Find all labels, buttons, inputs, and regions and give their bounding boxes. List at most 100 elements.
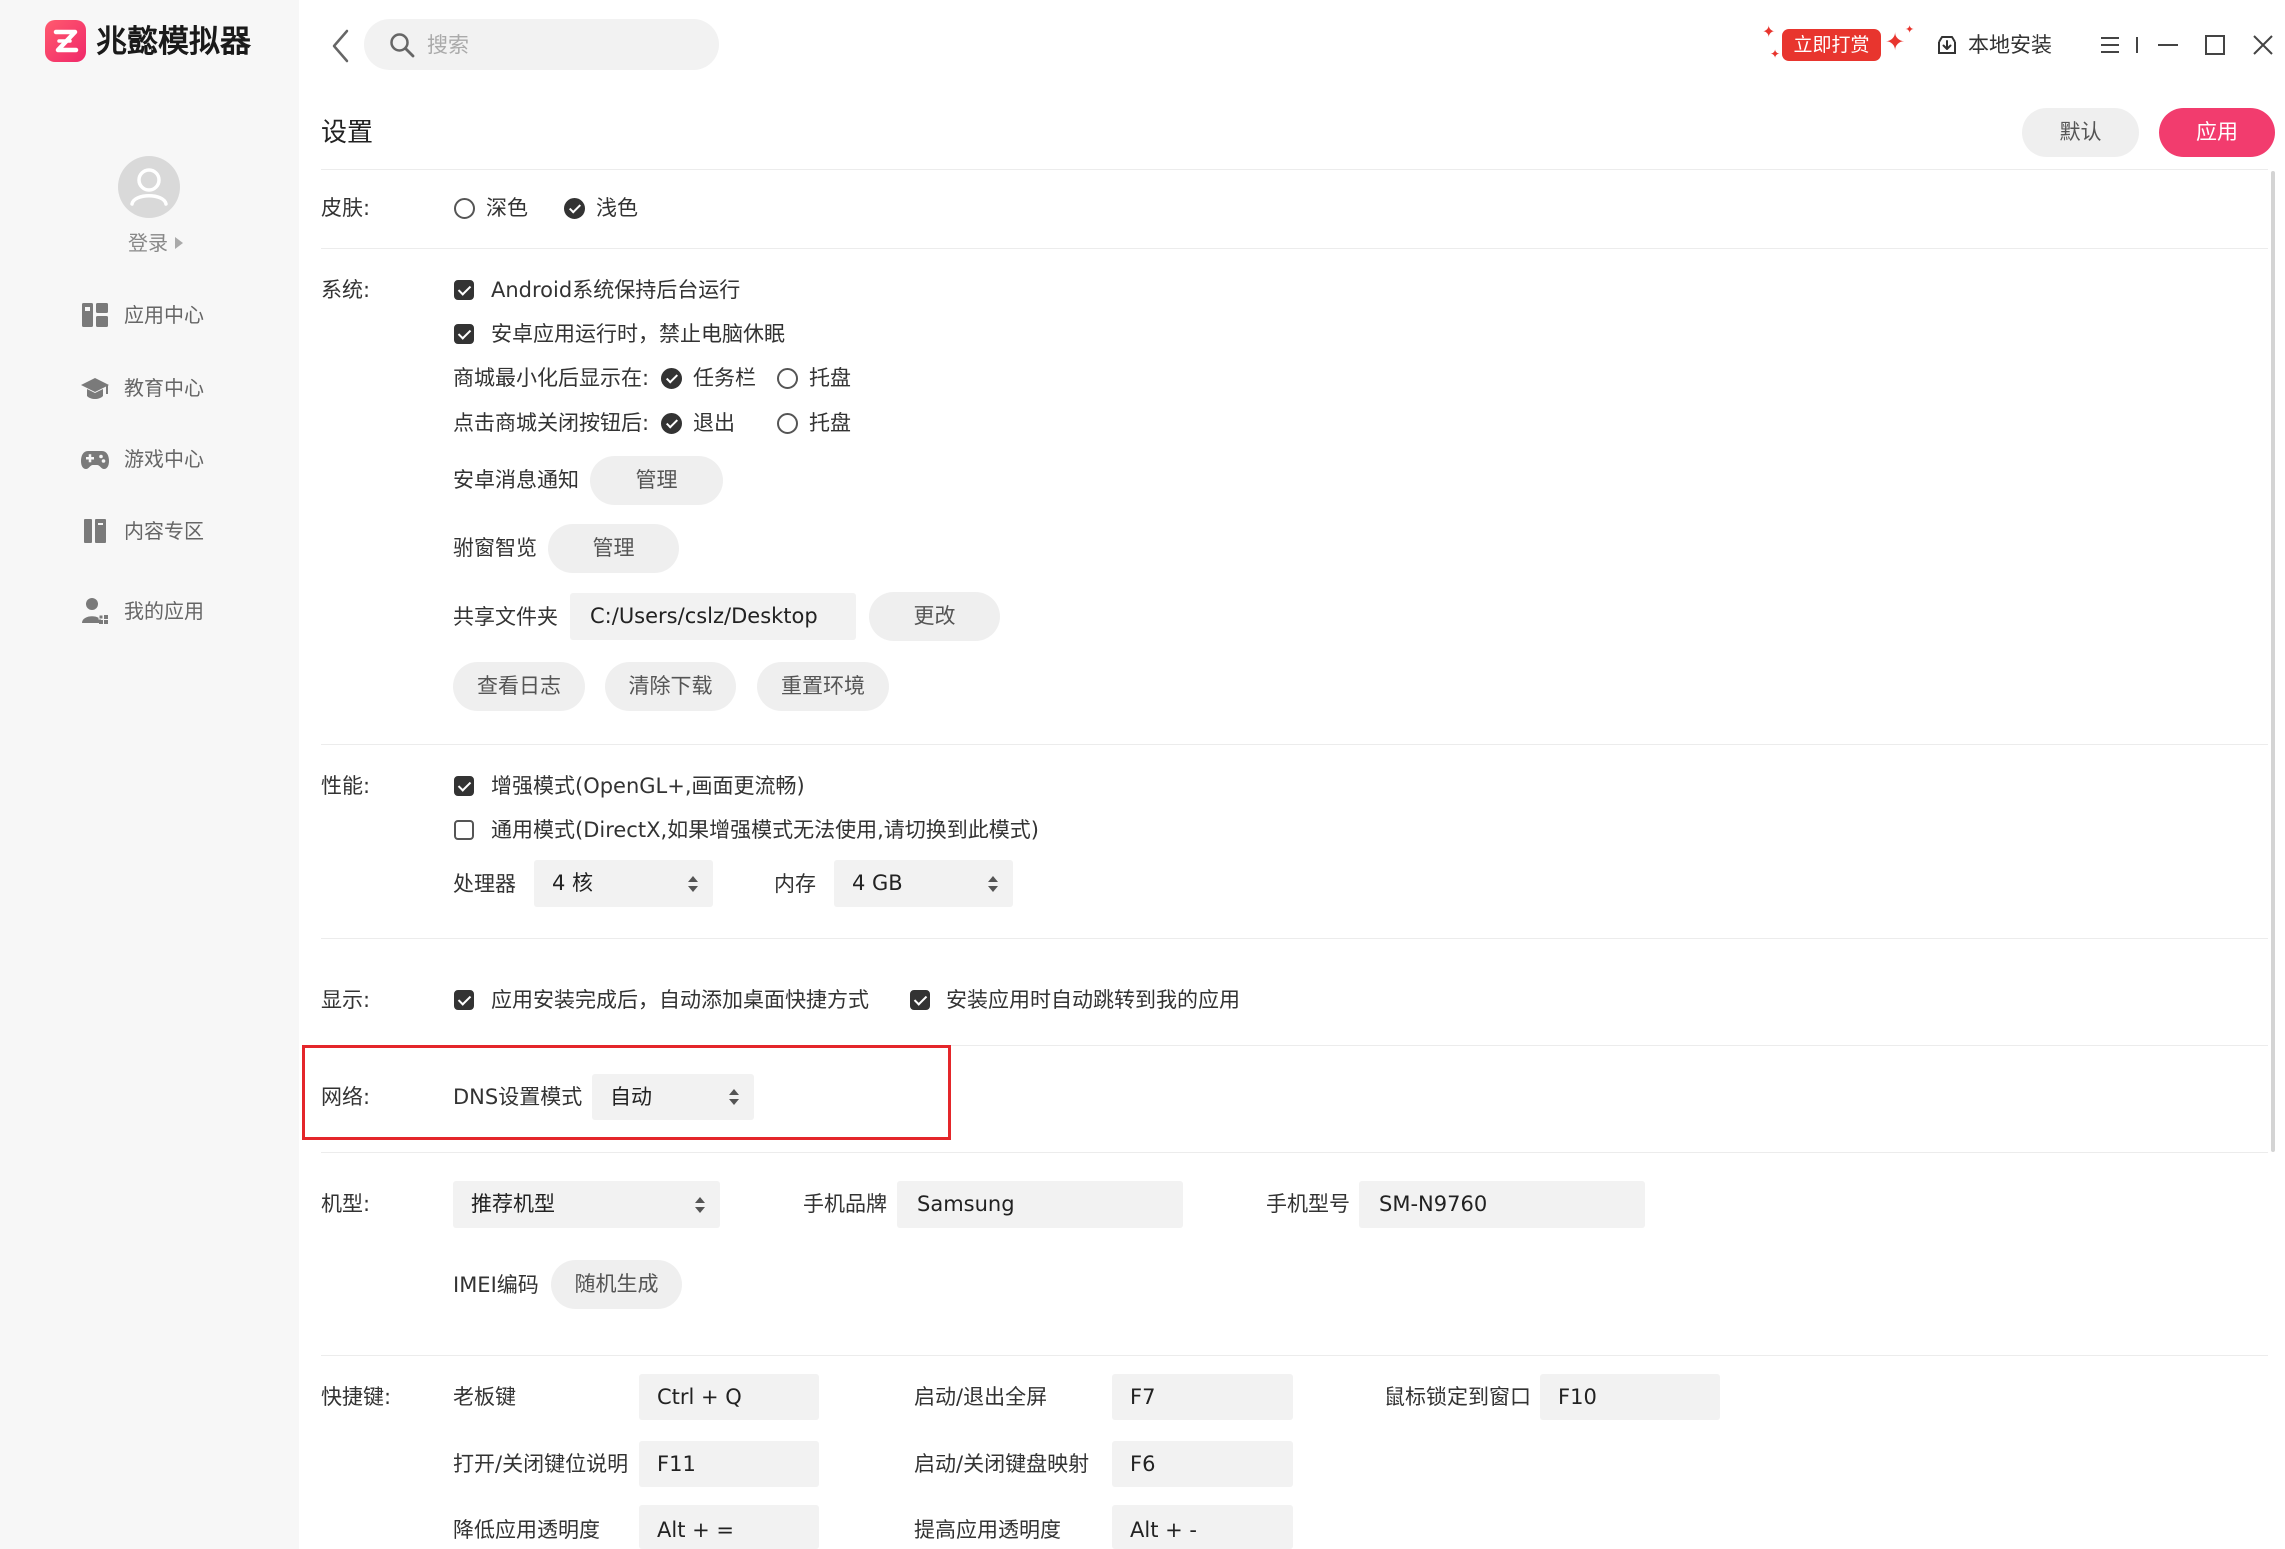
sparkle-icon: ✦ (1905, 23, 1915, 36)
gamepad-icon (81, 451, 109, 469)
scrollbar[interactable] (2271, 171, 2275, 1152)
phone-model-field[interactable]: SM-N9760 (1359, 1181, 1645, 1228)
phone-brand-field[interactable]: Samsung (897, 1181, 1183, 1228)
select-arrows-icon (729, 1089, 739, 1105)
smart-window-manage-button[interactable]: 管理 (548, 524, 679, 573)
close-tray-radio[interactable] (777, 413, 798, 434)
hotkey-field[interactable]: F7 (1112, 1374, 1293, 1420)
app-name: 兆懿模拟器 (96, 24, 251, 60)
skin-dark-radio[interactable] (454, 198, 475, 219)
phone-brand-label: 手机品牌 (803, 1192, 887, 1216)
enhanced-mode-label: 增强模式(OpenGL+,画面更流畅) (491, 774, 805, 798)
skin-light-radio[interactable] (564, 198, 585, 219)
app-logo-icon (45, 20, 86, 62)
device-model-select[interactable]: 推荐机型 (453, 1181, 720, 1228)
notifications-label: 安卓消息通知 (453, 468, 579, 492)
minimize-tray-radio[interactable] (777, 368, 798, 389)
login-link[interactable]: 登录 (128, 228, 168, 258)
sparkle-icon: ✦ (1762, 22, 1776, 41)
section-label-skin: 皮肤: (321, 196, 371, 220)
keep-background-checkbox[interactable] (454, 280, 474, 300)
hotkey-field[interactable]: Alt + = (639, 1505, 819, 1549)
keep-background-label: Android系统保持后台运行 (491, 278, 741, 302)
compat-mode-checkbox[interactable] (454, 820, 474, 840)
caret-right-icon (175, 237, 183, 249)
divider (321, 248, 2268, 249)
sidebar-item-my-apps[interactable]: 我的应用 (70, 589, 270, 633)
graduation-cap-icon (81, 378, 109, 399)
hotkey-label: 降低应用透明度 (453, 1518, 600, 1542)
close-icon (2253, 35, 2273, 55)
select-arrows-icon (688, 875, 698, 892)
hotkey-label: 打开/关闭键位说明 (453, 1452, 629, 1476)
local-install-button[interactable]: 本地安装 (1933, 29, 2058, 61)
cpu-select-value: 4 核 (552, 871, 594, 895)
hotkey-field[interactable]: F11 (639, 1441, 819, 1487)
desktop-shortcut-checkbox[interactable] (454, 990, 474, 1010)
reset-environment-button[interactable]: 重置环境 (757, 662, 889, 711)
hotkey-field[interactable]: Ctrl + Q (639, 1374, 819, 1420)
auto-jump-checkbox[interactable] (910, 990, 930, 1010)
select-arrows-icon (988, 875, 998, 892)
maximize-button[interactable] (2203, 33, 2227, 57)
hotkey-label: 启动/退出全屏 (914, 1385, 1048, 1409)
hotkey-field[interactable]: F10 (1540, 1374, 1720, 1420)
hotkey-field[interactable]: F6 (1112, 1441, 1293, 1487)
maximize-icon (2205, 35, 2225, 55)
minimize-taskbar-label: 任务栏 (693, 366, 756, 390)
sidebar-item-app-center[interactable]: 应用中心 (70, 293, 270, 337)
sidebar-item-label: 我的应用 (124, 599, 204, 623)
prevent-sleep-checkbox[interactable] (454, 324, 474, 344)
divider (321, 1152, 2268, 1153)
avatar[interactable] (118, 156, 180, 218)
reward-button[interactable]: 立即打赏 (1782, 29, 1881, 61)
back-button[interactable] (330, 28, 352, 64)
apply-button[interactable]: 应用 (2159, 108, 2275, 157)
hotkey-label: 启动/关闭键盘映射 (914, 1452, 1090, 1476)
prevent-sleep-label: 安卓应用运行时，禁止电脑休眠 (491, 322, 785, 346)
minimize-to-label: 商城最小化后显示在: (453, 366, 650, 390)
page-title: 设置 (321, 118, 374, 148)
cpu-select[interactable]: 4 核 (534, 860, 713, 907)
memory-select[interactable]: 4 GB (834, 860, 1013, 907)
app-center-icon (82, 303, 108, 327)
dns-mode-select[interactable]: 自动 (592, 1074, 754, 1120)
search-icon (390, 33, 415, 58)
notifications-manage-button[interactable]: 管理 (590, 456, 723, 505)
default-button[interactable]: 默认 (2022, 108, 2139, 157)
search-input[interactable]: 搜索 (364, 19, 719, 70)
change-folder-button[interactable]: 更改 (869, 592, 1000, 641)
sidebar-item-game-center[interactable]: 游戏中心 (70, 437, 270, 481)
imei-label: IMEI编码 (453, 1273, 539, 1297)
section-label-device: 机型: (321, 1192, 371, 1216)
skin-dark-label: 深色 (486, 196, 528, 220)
view-logs-button[interactable]: 查看日志 (453, 662, 585, 711)
hotkey-label: 鼠标锁定到窗口 (1384, 1385, 1531, 1409)
section-label-hotkeys: 快捷键: (321, 1385, 392, 1409)
local-install-label: 本地安装 (1968, 33, 2052, 57)
divider (321, 744, 2268, 745)
sidebar-item-label: 内容专区 (124, 519, 204, 543)
sidebar-item-education-center[interactable]: 教育中心 (70, 366, 270, 410)
minimize-button[interactable] (2155, 34, 2181, 56)
memory-label: 内存 (774, 872, 816, 896)
phone-model-label: 手机型号 (1266, 1192, 1350, 1216)
download-box-icon (1938, 36, 1956, 54)
sidebar-item-content-zone[interactable]: 内容专区 (70, 509, 270, 553)
enhanced-mode-checkbox[interactable] (454, 776, 474, 796)
shared-folder-field[interactable]: C:/Users/cslz/Desktop (570, 593, 856, 640)
clear-downloads-button[interactable]: 清除下载 (605, 662, 736, 711)
menu-button[interactable] (2098, 34, 2122, 56)
settings-window: 兆懿模拟器 登录 应用中心 教育中心 游戏中心 内容专区 我的应用 搜索 ✦ ✦… (0, 0, 2285, 1549)
user-silhouette-icon (130, 168, 168, 206)
sidebar: 兆懿模拟器 登录 应用中心 教育中心 游戏中心 内容专区 我的应用 (0, 0, 299, 1549)
sidebar-item-label: 游戏中心 (124, 447, 204, 471)
random-imei-button[interactable]: 随机生成 (551, 1260, 682, 1309)
hotkey-field[interactable]: Alt + - (1112, 1505, 1293, 1549)
minimize-taskbar-radio[interactable] (661, 368, 682, 389)
device-model-select-value: 推荐机型 (471, 1192, 555, 1216)
close-tray-label: 托盘 (809, 411, 851, 435)
close-button[interactable] (2251, 33, 2275, 57)
desktop-shortcut-label: 应用安装完成后，自动添加桌面快捷方式 (491, 988, 869, 1012)
close-exit-radio[interactable] (661, 413, 682, 434)
